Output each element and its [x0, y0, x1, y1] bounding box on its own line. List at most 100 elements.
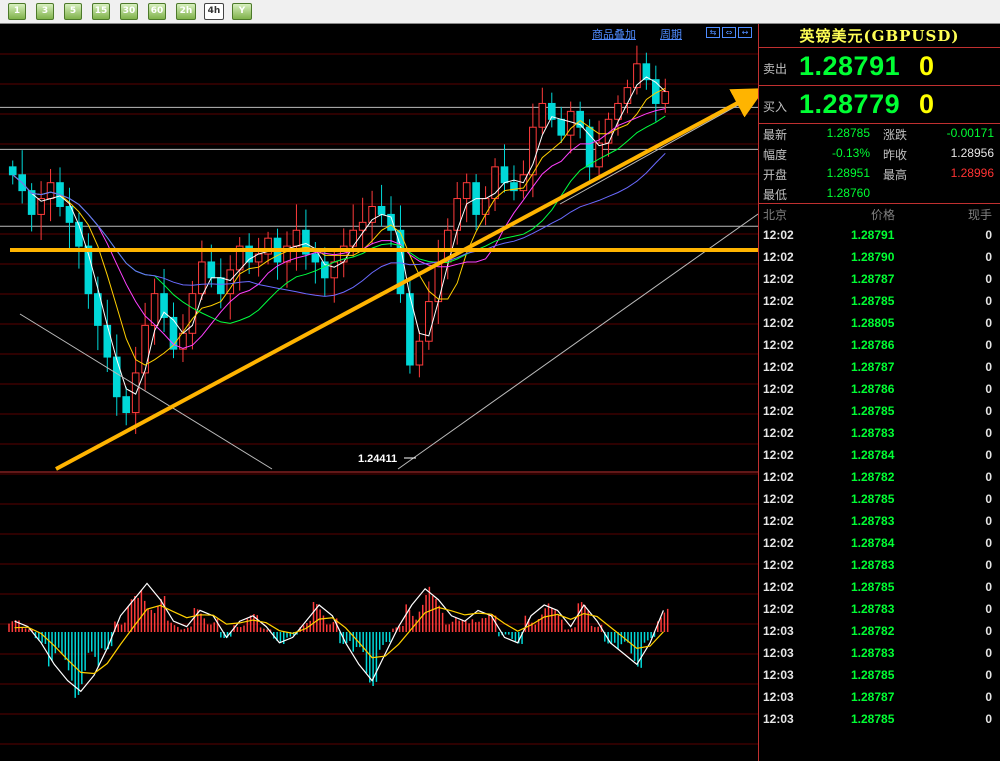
period-button-3[interactable]: 3 [36, 3, 54, 20]
tick-row: 12:03 1.28785 0 [759, 708, 1000, 730]
ticks-volume-header: 现手 [967, 208, 992, 222]
candle-body [141, 324, 149, 374]
period-button-Y[interactable]: Y [232, 3, 252, 20]
candle-body [434, 261, 443, 303]
tick-time: 12:02 [763, 250, 794, 264]
tick-row: 12:02 1.28783 0 [759, 554, 1000, 576]
tick-price: 1.28785 [851, 294, 895, 308]
moving-average-line [12, 152, 666, 297]
tick-vol: 0 [985, 690, 992, 704]
tick-row: 12:02 1.28790 0 [759, 246, 1000, 268]
zoom-in-button[interactable]: ⇔ [722, 27, 736, 38]
tick-vol: 0 [985, 646, 992, 660]
tick-vol: 0 [985, 294, 992, 308]
tick-vol: 0 [985, 382, 992, 396]
sell-quote-row[interactable]: 卖出 1.28791 0 [759, 48, 1000, 86]
tick-price: 1.28785 [851, 404, 895, 418]
zoom-reset-button[interactable]: ↔ [738, 27, 752, 38]
candle-body [103, 324, 112, 358]
amp-label: 幅度 [763, 148, 788, 162]
period-button-60[interactable]: 60 [148, 3, 166, 20]
tick-vol: 0 [985, 602, 992, 616]
tick-price: 1.28785 [851, 580, 895, 594]
period-button-1[interactable]: 1 [8, 3, 26, 20]
period-button-2h[interactable]: 2h [176, 3, 196, 20]
tick-time: 12:03 [763, 646, 794, 660]
tick-vol: 0 [985, 360, 992, 374]
tick-row: 12:02 1.28785 0 [759, 488, 1000, 510]
tick-vol: 0 [985, 448, 992, 462]
tick-price: 1.28783 [851, 602, 895, 616]
tick-vol: 0 [985, 514, 992, 528]
tick-time: 12:02 [763, 448, 794, 462]
tick-vol: 0 [985, 338, 992, 352]
change-label: 涨跌 [883, 128, 908, 142]
period-button-15[interactable]: 15 [92, 3, 110, 20]
period-button-30[interactable]: 30 [120, 3, 138, 20]
tick-row: 12:02 1.28787 0 [759, 356, 1000, 378]
tick-price: 1.28790 [851, 250, 895, 264]
tick-vol: 0 [985, 250, 992, 264]
tick-row: 12:02 1.28785 0 [759, 400, 1000, 422]
candle-body [330, 261, 339, 279]
tick-price: 1.28783 [851, 558, 895, 572]
sell-label: 卖出 [763, 62, 788, 76]
tick-vol: 0 [985, 228, 992, 242]
tick-time: 12:02 [763, 360, 794, 374]
tick-vol: 0 [985, 668, 992, 682]
tick-row: 12:02 1.28787 0 [759, 268, 1000, 290]
tick-time: 12:03 [763, 690, 794, 704]
moving-average-line [12, 115, 666, 324]
tick-price: 1.28783 [851, 514, 895, 528]
candle-body [216, 277, 225, 295]
macd-diff-line [14, 582, 664, 693]
sell-price: 1.28791 [799, 51, 901, 81]
latest-label: 最新 [763, 128, 788, 142]
candle-body [46, 182, 55, 200]
tick-time: 12:03 [763, 712, 794, 726]
buy-quote-row[interactable]: 买入 1.28779 0 [759, 86, 1000, 124]
candle-body [633, 63, 641, 89]
candle-body [595, 142, 603, 168]
tick-row: 12:02 1.28784 0 [759, 444, 1000, 466]
tick-price: 1.28786 [851, 338, 895, 352]
tick-price: 1.28786 [851, 382, 895, 396]
tick-vol: 0 [985, 426, 992, 440]
buy-label: 买入 [763, 100, 788, 114]
chart-area[interactable]: 1.24411 商品叠加 周期 ⇆ ⇔ ↔ [0, 24, 758, 761]
candle-body [500, 166, 509, 184]
overlay-link[interactable]: 商品叠加 [592, 26, 636, 42]
zoom-out-button[interactable]: ⇆ [706, 27, 720, 38]
period-link[interactable]: 周期 [660, 26, 682, 42]
tick-list[interactable]: 12:02 1.28791 0 12:02 1.28790 0 12:02 1.28787 0 1… [759, 224, 1000, 730]
prev-close-value: 1.28956 [950, 146, 994, 160]
candle-body [481, 198, 490, 215]
candle-body [198, 261, 206, 295]
tick-time: 12:02 [763, 602, 794, 616]
instrument-title: 英镑美元(GBPUSD) [759, 24, 1000, 48]
period-button-5[interactable]: 5 [64, 3, 82, 20]
tick-time: 12:02 [763, 338, 794, 352]
tick-row: 12:02 1.28783 0 [759, 598, 1000, 620]
period-button-4h[interactable]: 4h [204, 3, 224, 20]
tick-vol: 0 [985, 712, 992, 726]
candle-body [8, 166, 17, 176]
candle-body [112, 356, 121, 398]
tick-time: 12:02 [763, 514, 794, 528]
moving-average-line [12, 108, 666, 349]
tick-row: 12:02 1.28785 0 [759, 290, 1000, 312]
candle-body [207, 261, 216, 279]
candlestick-chart[interactable]: 1.24411 [0, 24, 758, 761]
candle-body [226, 269, 235, 295]
quote-panel: 英镑美元(GBPUSD) 卖出 1.28791 0 买入 1.28779 0 最… [758, 24, 1000, 761]
tick-price: 1.28783 [851, 426, 895, 440]
high-label: 最高 [883, 168, 908, 182]
tick-row: 12:03 1.28787 0 [759, 686, 1000, 708]
candle-body [557, 118, 566, 136]
tick-row: 12:03 1.28783 0 [759, 642, 1000, 664]
candle-body [453, 198, 462, 231]
tick-vol: 0 [985, 470, 992, 484]
tick-time: 12:02 [763, 426, 794, 440]
tick-row: 12:02 1.28791 0 [759, 224, 1000, 246]
ticks-price-header: 价格 [871, 208, 896, 222]
